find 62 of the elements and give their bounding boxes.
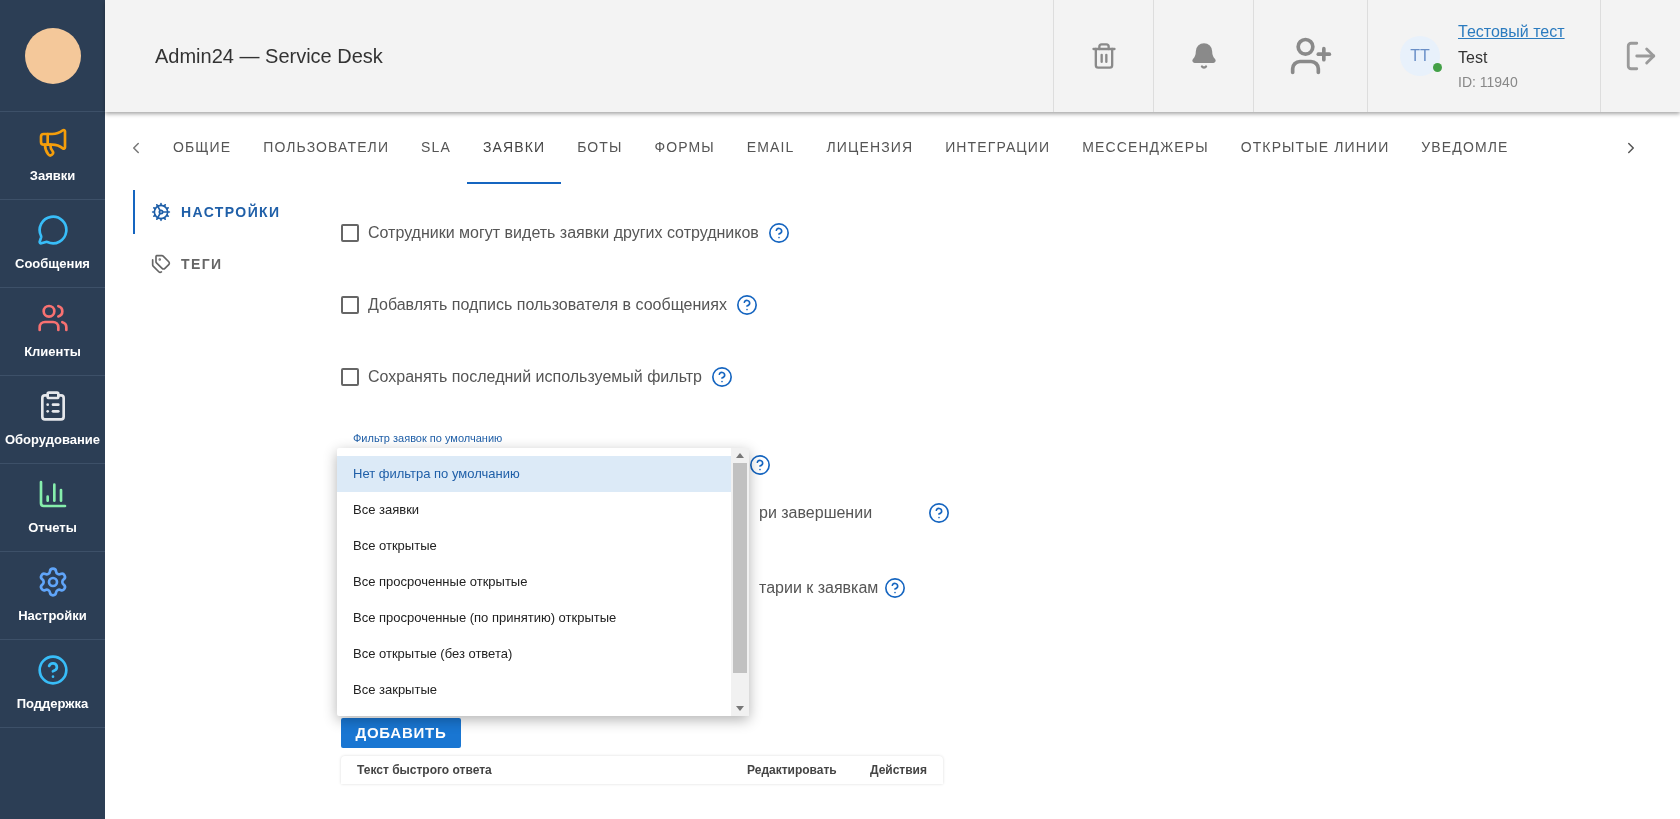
tags-icon: [151, 254, 171, 274]
user-login: Test: [1458, 47, 1489, 68]
checkbox[interactable]: [341, 224, 359, 242]
dropdown-option[interactable]: Все открытые (без ответа): [337, 636, 731, 672]
chat-bubble-icon: [36, 213, 69, 246]
help-icon[interactable]: [767, 222, 790, 244]
scrollbar-thumb[interactable]: [733, 463, 747, 673]
tab[interactable]: БОТЫ: [561, 112, 639, 184]
dropdown-option[interactable]: Все просроченные (по принятию) открытые: [337, 600, 731, 636]
dropdown-option[interactable]: Все заявки: [337, 492, 731, 528]
field-label: Фильтр заявок по умолчанию: [353, 431, 503, 446]
add-button[interactable]: ДОБАВИТЬ: [341, 718, 461, 748]
tab[interactable]: ОБЩИЕ: [157, 112, 248, 184]
sidebar-item[interactable]: Оборудование: [0, 376, 105, 464]
tab[interactable]: УВЕДОМЛЕ: [1405, 112, 1525, 184]
help-icon[interactable]: [710, 366, 733, 388]
tab[interactable]: МЕССЕНДЖЕРЫ: [1066, 112, 1225, 184]
side-tab[interactable]: ТЕГИ: [133, 242, 341, 286]
dropdown-option[interactable]: Все просроченные открытые: [337, 564, 731, 600]
user-avatar: TT: [1400, 36, 1440, 76]
checkbox[interactable]: [341, 296, 359, 314]
tab[interactable]: ИНТЕГРАЦИИ: [929, 112, 1067, 184]
sidebar-item[interactable]: Заявки: [0, 112, 105, 200]
checkbox-label: Сотрудники могут видеть заявки других сотрудников: [368, 223, 759, 243]
sidebar-item[interactable]: Поддержка: [0, 640, 105, 728]
bell-icon[interactable]: [1189, 42, 1218, 70]
tab[interactable]: ФОРМЫ: [638, 112, 731, 184]
tab[interactable]: ОТКРЫТЫЕ ЛИНИИ: [1224, 112, 1406, 184]
trash-icon[interactable]: [1089, 42, 1118, 70]
help-icon: [36, 653, 69, 686]
app-title: Admin24 — Service Desk: [155, 44, 383, 69]
tab[interactable]: ЗАЯВКИ: [466, 112, 562, 184]
column-header: Действия: [868, 762, 927, 779]
scroll-up-icon[interactable]: [736, 453, 744, 458]
scroll-down-icon[interactable]: [736, 706, 744, 711]
checkbox-label: ри завершении: [759, 503, 873, 523]
user-name-link[interactable]: Тестовый тест: [1458, 19, 1565, 44]
dropdown-option[interactable]: Все открытые: [337, 528, 731, 564]
user-id: ID: 11940: [1458, 72, 1519, 92]
help-icon[interactable]: [928, 502, 951, 524]
help-icon[interactable]: [749, 454, 771, 476]
sidebar-item[interactable]: Клиенты: [0, 288, 105, 376]
sidebar-item[interactable]: Сообщения: [0, 200, 105, 288]
tab[interactable]: EMAIL: [730, 112, 811, 184]
checkbox[interactable]: [341, 368, 359, 386]
checkbox-label: тарии к заявкам: [759, 578, 879, 598]
tab[interactable]: ПОЛЬЗОВАТЕЛИ: [247, 112, 406, 184]
help-icon[interactable]: [735, 294, 758, 316]
help-icon[interactable]: [884, 577, 907, 599]
tab[interactable]: SLA: [405, 112, 467, 184]
scrollbar[interactable]: [731, 448, 749, 716]
column-header: Редактировать: [747, 762, 838, 779]
checkbox-label: Добавлять подпись пользователя в сообщениях: [368, 295, 727, 315]
sidebar-item[interactable]: Отчеты: [0, 464, 105, 552]
checkbox-label: Сохранять последний используемый фильтр: [368, 367, 702, 387]
dropdown-option[interactable]: Все закрытые: [337, 672, 731, 708]
sidebar-item[interactable]: Настройки: [0, 552, 105, 640]
tab[interactable]: ЛИЦЕНЗИЯ: [810, 112, 930, 184]
gears-icon: [151, 202, 171, 222]
column-header: Текст быстрого ответа: [357, 762, 493, 779]
side-tab[interactable]: НАСТРОЙКИ: [133, 190, 341, 234]
dropdown-option[interactable]: Нет фильтра по умолчанию: [337, 456, 731, 492]
